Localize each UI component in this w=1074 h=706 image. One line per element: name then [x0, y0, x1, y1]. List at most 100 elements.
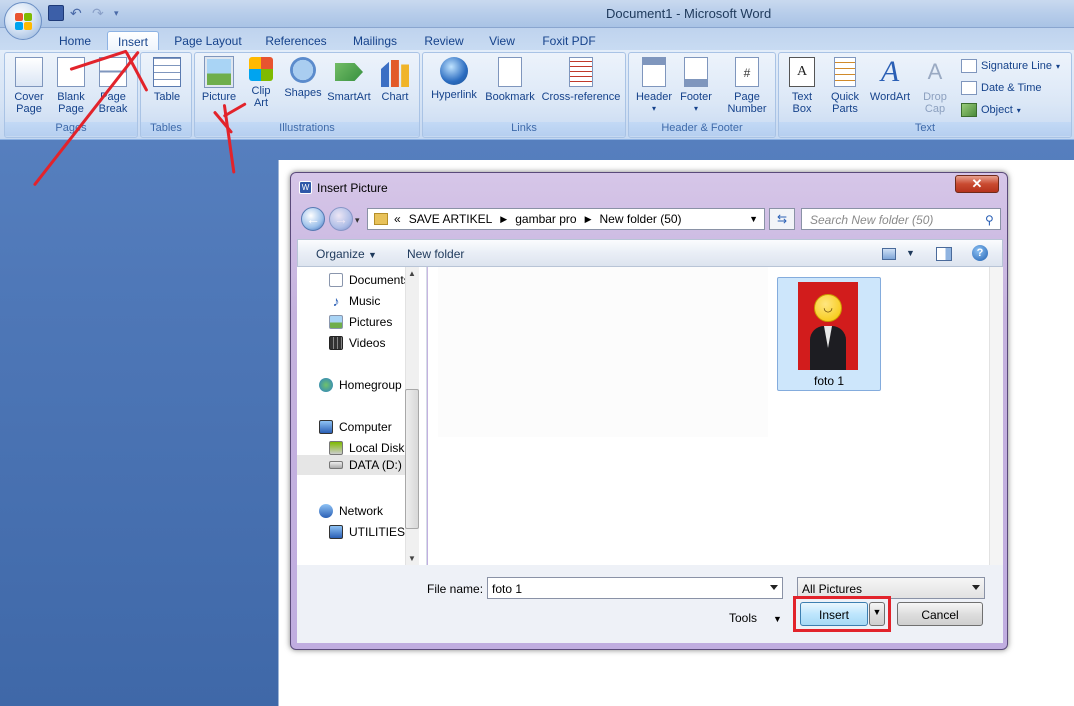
clip-art-button[interactable]: Clip Art: [241, 57, 281, 109]
signature-line-button[interactable]: Signature Line ▾: [961, 59, 1060, 73]
network-icon: [319, 504, 333, 518]
search-input[interactable]: Search New folder (50): [801, 208, 1001, 230]
header-button[interactable]: Header ▾: [633, 57, 675, 115]
table-label: Table: [153, 91, 181, 103]
insert-dropdown-button[interactable]: ▼: [869, 602, 885, 626]
tab-view[interactable]: View: [482, 31, 522, 51]
save-icon[interactable]: [48, 5, 64, 21]
preview-pane-icon[interactable]: [936, 247, 952, 261]
text-box-button[interactable]: A Text Box: [781, 57, 823, 115]
breadcrumb-gambar-pro[interactable]: gambar pro: [515, 212, 576, 226]
history-dropdown-icon[interactable]: ▾: [355, 215, 360, 226]
tab-mailings[interactable]: Mailings: [344, 31, 406, 51]
picture-button[interactable]: Picture: [199, 56, 239, 103]
drop-cap-button[interactable]: A Drop Cap: [913, 57, 957, 115]
undo-icon[interactable]: ↶: [70, 5, 86, 21]
address-bar[interactable]: « SAVE ARTIKEL ▶ gambar pro ▶ New folder…: [367, 208, 765, 230]
nav-videos[interactable]: Videos: [329, 336, 385, 350]
file-item-foto-1[interactable]: ◡ foto 1: [777, 277, 881, 391]
office-button[interactable]: [4, 2, 42, 40]
nav-pictures[interactable]: Pictures: [329, 315, 392, 329]
tools-label: Tools: [729, 611, 758, 625]
search-icon[interactable]: ⚲: [985, 213, 994, 227]
tab-references[interactable]: References: [260, 31, 332, 51]
object-button[interactable]: Object ▾: [961, 103, 1021, 117]
signature-line-label: Signature Line: [981, 60, 1052, 72]
chart-button[interactable]: Chart: [375, 57, 415, 103]
organize-button[interactable]: Organize ▼: [316, 247, 377, 261]
wordart-label: WordArt: [869, 91, 911, 103]
hyperlink-label: Hyperlink: [431, 89, 477, 101]
nav-homegroup[interactable]: Homegroup: [319, 378, 402, 392]
breadcrumb-new-folder[interactable]: New folder (50): [600, 212, 682, 226]
quick-parts-icon: [834, 57, 856, 87]
nav-scroll-thumb[interactable]: [405, 389, 419, 529]
nav-music[interactable]: ♪ Music: [329, 294, 381, 308]
nav-data-drive[interactable]: DATA (D:): [297, 455, 411, 475]
shapes-button[interactable]: Shapes: [283, 57, 323, 99]
file-type-dropdown-icon[interactable]: [972, 585, 980, 590]
nav-computer[interactable]: Computer: [319, 420, 392, 434]
close-button[interactable]: ✕: [955, 175, 999, 193]
views-icon[interactable]: [882, 248, 896, 260]
window-title: Document1 - Microsoft Word: [606, 6, 772, 21]
nav-network[interactable]: Network: [319, 504, 383, 518]
photo-thumbnail: ◡: [798, 282, 858, 370]
refresh-button[interactable]: ⇆: [769, 208, 795, 230]
scroll-up-icon[interactable]: ▲: [408, 269, 416, 278]
views-dropdown-icon[interactable]: ▼: [906, 248, 915, 258]
date-time-button[interactable]: Date & Time: [961, 81, 1042, 95]
blank-page-icon: [57, 57, 85, 87]
forward-button[interactable]: →: [329, 207, 353, 231]
header-icon: [642, 57, 666, 87]
page-number-button[interactable]: # Page Number: [721, 57, 773, 115]
wordart-button[interactable]: A WordArt: [867, 57, 913, 104]
picture-label: Picture: [201, 91, 237, 103]
smiley-face-icon: ◡: [814, 294, 842, 322]
table-button[interactable]: Table: [145, 57, 189, 103]
scroll-down-icon[interactable]: ▼: [408, 554, 416, 563]
help-icon[interactable]: ?: [972, 245, 988, 261]
quick-parts-button[interactable]: Quick Parts: [823, 57, 867, 115]
nav-local-disk[interactable]: Local Disk (: [329, 441, 412, 455]
page-number-icon: #: [735, 57, 759, 87]
new-folder-button[interactable]: New folder: [407, 247, 464, 261]
date-time-label: Date & Time: [981, 82, 1042, 94]
hyperlink-button[interactable]: Hyperlink: [425, 57, 483, 101]
back-button[interactable]: ←: [301, 207, 325, 231]
tools-button[interactable]: Tools ▼: [729, 611, 782, 625]
filename-dropdown-icon[interactable]: [770, 585, 778, 590]
tab-review[interactable]: Review: [418, 31, 470, 51]
breadcrumb-prefix[interactable]: «: [394, 212, 401, 226]
tab-page-layout[interactable]: Page Layout: [168, 31, 248, 51]
address-dropdown-icon[interactable]: ▼: [749, 214, 758, 224]
nav-documents[interactable]: Documents: [329, 273, 410, 287]
organize-dropdown-icon: ▼: [368, 250, 377, 260]
insert-button[interactable]: Insert: [800, 602, 868, 626]
redo-icon[interactable]: ↷: [92, 5, 108, 21]
text-box-icon: A: [789, 57, 815, 87]
file-scrollbar[interactable]: [989, 267, 1003, 565]
breadcrumb-save-artikel[interactable]: SAVE ARTIKEL: [409, 212, 493, 226]
tab-insert[interactable]: Insert: [107, 31, 159, 51]
customize-qat-icon[interactable]: ▾: [114, 5, 130, 21]
cover-page-button[interactable]: Cover Page: [9, 57, 49, 115]
chart-icon: [381, 60, 409, 87]
nav-videos-label: Videos: [349, 336, 386, 350]
smartart-button[interactable]: SmartArt: [325, 57, 373, 103]
word-app-icon: W: [299, 181, 312, 194]
footer-button[interactable]: Footer ▾: [675, 57, 717, 115]
filename-input[interactable]: foto 1: [487, 577, 783, 599]
bookmark-button[interactable]: Bookmark: [483, 57, 537, 103]
homegroup-icon: [319, 378, 333, 392]
local-disk-icon: [329, 441, 343, 455]
bookmark-label: Bookmark: [485, 91, 535, 103]
shapes-label: Shapes: [284, 87, 322, 99]
filename-label: File name:: [427, 582, 484, 596]
pictures-icon: [329, 315, 343, 329]
tab-home[interactable]: Home: [52, 31, 98, 51]
header-dropdown-icon: ▾: [651, 104, 656, 113]
tab-foxit-pdf[interactable]: Foxit PDF: [536, 31, 602, 51]
cancel-button[interactable]: Cancel: [897, 602, 983, 626]
cross-reference-button[interactable]: Cross-reference: [537, 57, 625, 103]
